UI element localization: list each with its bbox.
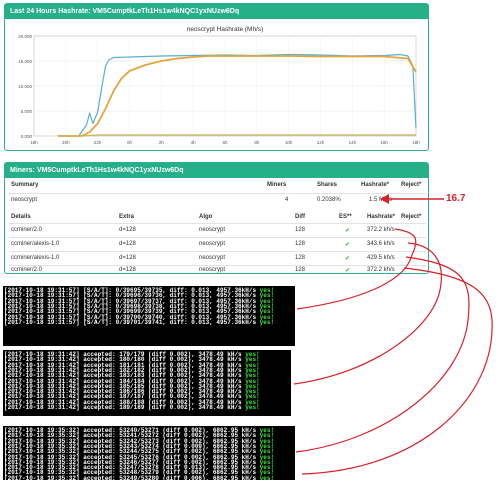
hashrate-cell: 343.6 kh/s xyxy=(367,241,395,247)
x-tick-label: 12h xyxy=(317,140,325,145)
extra-cell: d=128 xyxy=(119,267,136,273)
diff-header: Diff xyxy=(295,214,305,220)
diff-cell: 128 xyxy=(295,267,306,273)
check-icon: ✔ xyxy=(345,242,351,248)
x-tick-label: 2h xyxy=(159,140,165,145)
y-tick-label: 5.000 xyxy=(21,109,33,114)
summary-header: Summary xyxy=(11,182,39,188)
extra-header: Extra xyxy=(119,214,135,220)
x-tick-label: 18h xyxy=(30,140,38,145)
check-icon: ✔ xyxy=(345,228,351,234)
divider xyxy=(9,265,426,266)
check-icon: ✔ xyxy=(345,256,351,262)
annotation-arrow xyxy=(295,256,470,453)
x-tick-label: 10h xyxy=(285,140,293,145)
divider xyxy=(9,237,426,238)
log-status: yes! xyxy=(259,318,275,326)
diff-cell: 128 xyxy=(295,241,306,247)
log-status: yes! xyxy=(245,404,260,411)
divider xyxy=(9,193,426,194)
extra-cell: d=128 xyxy=(119,241,136,247)
algo-header: Algo xyxy=(199,214,213,220)
log-text: [2017-10-18 19:31:57] [S/A/T]: 0/39701/3… xyxy=(4,318,260,326)
x-tick-label: 16h xyxy=(380,140,388,145)
y-tick-label: 15.000 xyxy=(18,59,32,64)
x-tick-label: 22h xyxy=(94,140,102,145)
client-cell: ccminer/alexis-1.0 xyxy=(11,241,60,247)
diff-cell: 128 xyxy=(295,227,306,233)
log-line: [2017-10-18 19:31:42] accepted: 189/189 … xyxy=(4,404,260,412)
details-header: Details xyxy=(11,214,31,220)
hashrate-chart: neoscrypt Hashrate (Mh/s) 0.000 5.000 10.00… xyxy=(8,20,426,155)
diff-cell: 128 xyxy=(295,255,306,261)
miner-log-terminal: [2017-10-18 19:31:57] [S/A/T]: 0/39695/3… xyxy=(3,286,295,346)
hashrate-panel: Last 24 Hours Hashrate: VM5CumptkLeTh1Hs… xyxy=(4,3,429,151)
algo-cell: neoscrypt xyxy=(199,241,226,247)
extra-cell: d=128 xyxy=(119,255,136,261)
hashrate-chart-svg: neoscrypt Hashrate (Mh/s) 0.000 5.000 10.00… xyxy=(18,26,420,145)
algo-cell: neoscrypt xyxy=(199,227,226,233)
algo-cell: neoscrypt xyxy=(199,255,226,261)
annotation-arrow xyxy=(301,267,493,475)
x-tick-label: 0h xyxy=(127,140,133,145)
miner-log-terminal: [2017-10-18 19:31:42] accepted: 179/179 … xyxy=(3,350,291,416)
log-text: [2017-10-18 19:31:42] accepted: 189/189 … xyxy=(4,404,246,411)
y-tick-label: 20.000 xyxy=(18,34,32,39)
log-text: [2017-10-18 19:35:32] accepted: 53249/53… xyxy=(4,474,260,480)
algo-cell: neoscrypt xyxy=(199,267,226,273)
miner-log-terminal: [2017-10-18 19:35:32] accepted: 53240/53… xyxy=(3,426,295,480)
miners-panel-title: Miners: VM5CumptkLeTh1Hs1w4kNQC1yxNUzw6D… xyxy=(5,163,428,178)
hashrate-cell: 372.2 kh/s xyxy=(367,267,395,273)
hashrate-header: Hashrate* xyxy=(361,182,390,188)
hashrate-cell: 429.5 kh/s xyxy=(367,255,395,261)
client-cell: ccminer/2.0 xyxy=(11,267,43,273)
es-header: ES** xyxy=(339,214,352,220)
summary-shares: 0.2038% xyxy=(317,197,341,203)
log-line: [2017-10-18 19:35:32] accepted: 53249/53… xyxy=(4,475,274,480)
x-tick-label: 18h xyxy=(412,140,420,145)
x-tick-label: 20h xyxy=(62,140,70,145)
divider xyxy=(9,251,426,252)
summary-algo: neoscrypt xyxy=(11,197,38,203)
summary-hashrate: 1.5 Mh/s xyxy=(369,197,393,203)
shares-header: Shares xyxy=(317,182,338,188)
log-status: yes! xyxy=(259,474,275,480)
miners-header: Miners xyxy=(267,182,287,188)
x-tick-label: 8h xyxy=(254,140,260,145)
summary-miners: 4 xyxy=(285,197,289,203)
miners-panel: Miners: VM5CumptkLeTh1Hs1w4kNQC1yxNUzw6D… xyxy=(4,162,429,274)
details-hashrate-header: Hashrate* xyxy=(367,214,396,220)
y-tick-label: 0.000 xyxy=(21,134,33,139)
divider xyxy=(9,223,426,224)
x-tick-label: 14h xyxy=(349,140,357,145)
client-cell: ccminer/alexis-1.0 xyxy=(11,255,60,261)
client-cell: ccminer/2.0 xyxy=(11,227,43,233)
hashrate-cell: 372.2 kh/s xyxy=(367,227,395,233)
y-tick-label: 10.000 xyxy=(18,84,32,89)
check-icon: ✔ xyxy=(345,268,351,274)
hashrate-panel-title: Last 24 Hours Hashrate: VM5CumptkLeTh1Hs… xyxy=(5,4,428,19)
log-line: [2017-10-18 19:31:57] [S/A/T]: 0/39701/3… xyxy=(4,319,274,327)
annotation-label: 16.7 xyxy=(446,193,466,204)
details-reject-header: Reject* xyxy=(401,214,422,220)
x-tick-label: 4h xyxy=(191,140,197,145)
reject-header: Reject* xyxy=(401,182,422,188)
chart-title: neoscrypt Hashrate (Mh/s) xyxy=(187,26,264,33)
extra-cell: d=128 xyxy=(119,227,136,233)
x-tick-label: 6h xyxy=(222,140,228,145)
